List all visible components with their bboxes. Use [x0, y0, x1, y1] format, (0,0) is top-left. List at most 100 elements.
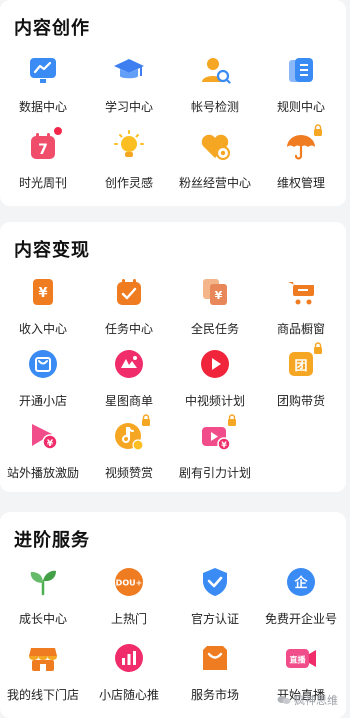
item-shop-boost[interactable]: 小店随心推 — [86, 642, 172, 712]
rules-book-icon — [285, 54, 317, 86]
chart-bars-icon — [113, 642, 145, 674]
item-universal-tasks[interactable]: ¥ 全民任务 — [172, 276, 258, 346]
play-circle-icon — [199, 348, 231, 380]
storefront-icon — [27, 642, 59, 674]
shop-bag-icon — [27, 348, 59, 380]
item-label: 粉丝经营中心 — [178, 176, 251, 190]
group-buy-icon: 团 — [285, 342, 322, 380]
graduation-cap-icon — [113, 54, 145, 86]
lock-icon — [227, 414, 237, 426]
item-label: 视频赞赏 — [104, 466, 153, 480]
item-label: 开通小店 — [18, 394, 67, 408]
section-content-monetization: 内容变现 ¥ 收入中心 任务中心 ¥ 全民任务 商品橱窗 开通小店 星图商单 中… — [0, 222, 346, 492]
svg-text:团: 团 — [294, 359, 307, 374]
item-service-market[interactable]: 服务市场 — [172, 642, 258, 712]
item-label: 上热门 — [110, 612, 147, 626]
lightbulb-icon — [113, 130, 145, 162]
umbrella-icon — [285, 124, 322, 162]
svg-text:¥: ¥ — [47, 439, 54, 449]
item-label: 学习中心 — [104, 100, 153, 114]
music-coin-icon — [113, 414, 150, 452]
item-label: 成长中心 — [18, 612, 67, 626]
item-label: 收入中心 — [18, 322, 67, 336]
item-label: 时光周刊 — [18, 176, 67, 190]
svg-text:7: 7 — [38, 142, 48, 158]
item-mid-video-plan[interactable]: 中视频计划 — [172, 348, 258, 418]
verified-shield-icon — [199, 566, 231, 598]
item-label: 全民任务 — [190, 322, 239, 336]
svg-text:¥: ¥ — [38, 286, 47, 301]
item-label: 帐号检测 — [190, 100, 239, 114]
enterprise-icon: 企 — [285, 566, 317, 598]
item-drama-gravity-plan[interactable]: ¥ 剧有引力计划 — [172, 414, 258, 490]
item-label: 小店随心推 — [98, 688, 159, 702]
svg-text:企: 企 — [293, 575, 308, 591]
item-free-enterprise-account[interactable]: 企 免费开企业号 — [258, 566, 344, 636]
svg-text:直播: 直播 — [290, 655, 307, 665]
task-calendar-icon — [113, 276, 145, 308]
yen-coins-icon: ¥ — [199, 276, 231, 308]
item-label: 星图商单 — [104, 394, 153, 408]
svg-text:¥: ¥ — [215, 289, 223, 302]
item-label: 创作灵感 — [104, 176, 153, 190]
item-label: 商品橱窗 — [276, 322, 325, 336]
account-check-icon — [199, 54, 231, 86]
item-label: 维权管理 — [276, 176, 325, 190]
item-income-center[interactable]: ¥ 收入中心 — [0, 276, 86, 346]
data-center-icon — [27, 54, 59, 86]
item-open-shop[interactable]: 开通小店 — [0, 348, 86, 418]
item-label: 官方认证 — [190, 612, 239, 626]
item-hot-boost[interactable]: DOU+ 上热门 — [86, 566, 172, 636]
item-label: 服务市场 — [190, 688, 239, 702]
item-learning-center[interactable]: 学习中心 — [86, 54, 172, 124]
section-title: 内容变现 — [14, 240, 90, 261]
calendar-7-icon: 7 — [27, 126, 63, 162]
watermark-text: 疯神思维 — [294, 694, 338, 707]
dou-plus-icon: DOU+ — [113, 566, 145, 598]
section-content-creation: 内容创作 数据中心 学习中心 帐号检测 规则中心 7 时光周刊 创作灵感 粉丝经… — [0, 0, 346, 206]
item-data-center[interactable]: 数据中心 — [0, 54, 86, 124]
yen-card-icon: ¥ — [27, 276, 59, 308]
watermark: 疯神思维 — [277, 692, 338, 708]
lock-icon — [313, 342, 323, 354]
item-label: 规则中心 — [276, 100, 325, 114]
section-title: 内容创作 — [14, 18, 90, 39]
item-label: 剧有引力计划 — [178, 466, 251, 480]
live-camera-icon: 直播 — [285, 642, 317, 674]
item-product-showcase[interactable]: 商品橱窗 — [258, 276, 344, 346]
section-title: 进阶服务 — [14, 530, 90, 551]
star-map-icon — [113, 348, 145, 380]
svg-text:¥: ¥ — [221, 441, 227, 450]
item-growth-center[interactable]: 成长中心 — [0, 566, 86, 636]
item-creative-inspiration[interactable]: 创作灵感 — [86, 130, 172, 200]
item-offsite-play-incentive[interactable]: ¥ 站外播放激励 — [0, 420, 86, 490]
item-rights-management[interactable]: 维权管理 — [258, 124, 344, 200]
item-account-check[interactable]: 帐号检测 — [172, 54, 258, 124]
item-fan-management[interactable]: 粉丝经营中心 — [172, 130, 258, 200]
item-official-verification[interactable]: 官方认证 — [172, 566, 258, 636]
notification-dot — [53, 126, 63, 136]
wechat-icon — [277, 696, 291, 704]
item-star-map-orders[interactable]: 星图商单 — [86, 348, 172, 418]
item-label: 数据中心 — [18, 100, 67, 114]
lock-icon — [313, 124, 323, 136]
item-time-weekly[interactable]: 7 时光周刊 — [0, 126, 86, 200]
item-video-appreciation[interactable]: 视频赞赏 — [86, 414, 172, 490]
item-task-center[interactable]: 任务中心 — [86, 276, 172, 346]
shopping-cart-icon — [285, 276, 317, 308]
item-label: 我的线下门店 — [6, 688, 79, 702]
item-label: 免费开企业号 — [264, 612, 337, 626]
heart-gear-icon — [199, 130, 231, 162]
item-rules-center[interactable]: 规则中心 — [258, 54, 344, 124]
section-advanced-services: 进阶服务 成长中心 DOU+ 上热门 官方认证 企 免费开企业号 我的线下门店 … — [0, 512, 346, 718]
sprout-icon — [27, 566, 59, 598]
item-offline-store[interactable]: 我的线下门店 — [0, 642, 86, 712]
item-group-buy[interactable]: 团 团购带货 — [258, 342, 344, 418]
tv-yen-icon: ¥ — [199, 414, 236, 452]
service-market-icon — [199, 642, 231, 674]
item-label: 团购带货 — [276, 394, 325, 408]
lock-icon — [141, 414, 151, 426]
svg-text:DOU+: DOU+ — [116, 579, 143, 588]
play-yen-icon: ¥ — [27, 420, 59, 452]
item-label: 站外播放激励 — [6, 466, 79, 480]
